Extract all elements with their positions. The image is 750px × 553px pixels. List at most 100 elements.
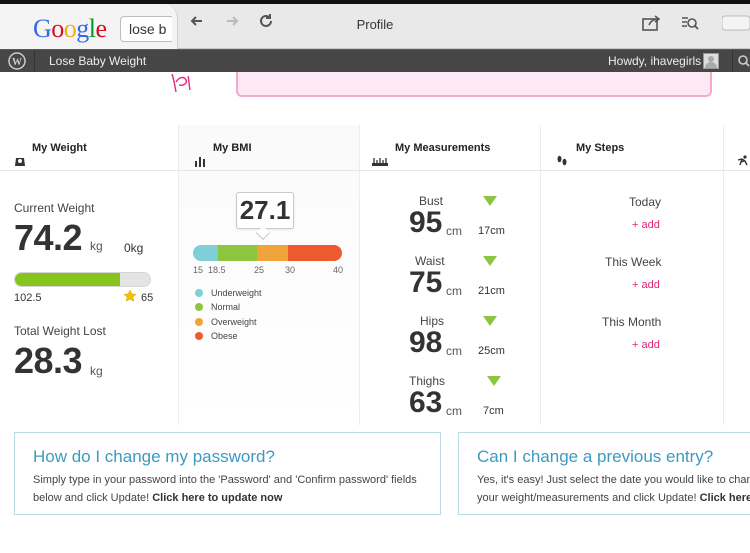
measurement-unit: cm	[446, 404, 462, 418]
steps-widget-title: My Steps	[576, 142, 625, 154]
faq-card-previous-entry: Can I change a previous entry? Yes, it's…	[458, 432, 750, 515]
start-weight-value: 102.5	[14, 292, 42, 304]
bmi-segment-obese	[288, 245, 342, 261]
faq-text-line: below and click Update! Click here to up…	[33, 489, 417, 507]
bmi-tick: 15	[193, 265, 204, 275]
steps-period-label: Today	[629, 195, 662, 209]
legend-label: Underweight	[211, 288, 262, 298]
faq-body: Simply type in your password into the 'P…	[33, 471, 417, 507]
logo-letter: e	[95, 14, 108, 43]
update-password-link[interactable]: Click here to update now	[152, 492, 282, 504]
bmi-tick: 40	[333, 265, 344, 275]
measurement-value: 98	[409, 326, 443, 359]
measurements-widget-title: My Measurements	[395, 142, 491, 154]
admin-bar: W Lose Baby Weight Howdy, ihavegirls	[0, 49, 750, 72]
ruler-icon	[372, 141, 388, 166]
scale-icon	[14, 141, 26, 166]
down-arrow-icon	[487, 376, 501, 386]
measurement-unit: cm	[446, 224, 462, 238]
howdy-user-link[interactable]: Howdy, ihavegirls	[608, 54, 701, 68]
avatar[interactable]	[703, 53, 719, 69]
browser-tab[interactable]: Google lose b	[0, 4, 178, 49]
weight-widget-title: My Weight	[32, 142, 87, 154]
steps-widget: My Steps	[541, 125, 723, 425]
next-widget-header	[724, 125, 750, 171]
current-weight-unit: kg	[90, 239, 103, 253]
overflow-icon[interactable]	[721, 14, 750, 34]
measurements-widget: My Measurements	[360, 125, 540, 425]
weight-lost-unit: kg	[90, 364, 103, 378]
measurements-widget-header: My Measurements	[360, 125, 540, 171]
measurement-change: 17cm	[478, 225, 505, 237]
steps-period-label: This Week	[605, 255, 662, 269]
footprints-icon	[556, 141, 568, 166]
faq-title: How do I change my password?	[33, 447, 275, 466]
bmi-legend-item: Underweight	[195, 288, 262, 298]
measurement-unit: cm	[446, 284, 462, 298]
faq-text: below and click Update!	[33, 492, 153, 504]
faq-text-line: your weight/measurements and click Updat…	[477, 489, 750, 507]
down-arrow-icon	[483, 196, 497, 206]
bmi-value: 27.1	[236, 192, 294, 229]
bmi-widget: My BMI	[179, 125, 359, 425]
weight-widget: My Weight Current Weight 74.2 kg 0kg 102…	[0, 125, 178, 425]
search-input[interactable]: lose b	[120, 16, 172, 42]
measurement-value: 95	[409, 206, 443, 239]
bmi-widget-title: My BMI	[213, 142, 252, 154]
page-root: Google lose b Profile W Lose Baby Weight…	[0, 0, 750, 553]
faq-title: Can I change a previous entry?	[477, 447, 714, 466]
bmi-legend-item: Overweight	[195, 317, 257, 327]
measurement-value: 75	[409, 266, 443, 299]
search-icon[interactable]	[732, 50, 750, 72]
measurement-value: 63	[409, 386, 443, 419]
add-steps-month-link[interactable]: + add	[632, 339, 660, 351]
reload-icon[interactable]	[255, 13, 277, 35]
down-arrow-icon	[483, 316, 497, 326]
star-icon	[123, 289, 137, 308]
change-entry-link[interactable]: Click here t	[700, 492, 750, 504]
legend-dot	[195, 318, 203, 326]
wordpress-logo-icon[interactable]: W	[0, 50, 35, 72]
weight-lost-value: 28.3	[14, 340, 83, 381]
measurement-change: 25cm	[478, 345, 505, 357]
bmi-segment-normal	[218, 245, 258, 261]
target-weight-value: 65	[141, 292, 154, 304]
steps-period-label: This Month	[602, 315, 662, 329]
legend-label: Obese	[211, 331, 238, 341]
current-weight-value: 74.2	[14, 217, 83, 258]
handwriting-decoration	[168, 72, 198, 94]
add-steps-today-link[interactable]: + add	[632, 219, 660, 231]
measurement-change: 7cm	[483, 405, 504, 417]
bmi-segment-underweight	[193, 245, 219, 261]
goal-weight-value: 0kg	[124, 241, 144, 255]
faq-body: Yes, it's easy! Just select the date you…	[477, 471, 750, 507]
legend-dot	[195, 303, 203, 311]
legend-label: Normal	[211, 302, 241, 312]
legend-dot	[195, 289, 203, 297]
activity-icon	[736, 141, 748, 166]
logo-letter: l	[88, 14, 96, 43]
bmi-tick: 18.5	[208, 265, 226, 275]
bmi-scale	[193, 245, 342, 261]
weight-widget-header: My Weight	[0, 125, 178, 171]
faq-card-password: How do I change my password? Simply type…	[14, 432, 441, 515]
share-icon[interactable]	[641, 14, 663, 34]
measurement-change: 21cm	[478, 285, 505, 297]
browser-toolbar: Google lose b Profile	[0, 0, 750, 49]
bmi-widget-header: My BMI	[179, 125, 359, 171]
bar-chart-icon	[194, 141, 206, 167]
bmi-tick: 30	[285, 265, 296, 275]
next-widget	[724, 125, 750, 425]
forward-arrow-icon[interactable]	[221, 13, 243, 35]
dashboard-widgets: My Weight Current Weight 74.2 kg 0kg 102…	[0, 125, 750, 425]
logo-letter: o	[51, 14, 64, 43]
add-steps-week-link[interactable]: + add	[632, 279, 660, 291]
google-logo: Google	[33, 14, 107, 44]
steps-widget-header: My Steps	[541, 125, 723, 171]
faq-text-line: Simply type in your password into the 'P…	[33, 474, 417, 486]
logo-letter: G	[33, 14, 52, 43]
find-in-page-icon[interactable]	[680, 14, 702, 34]
back-arrow-icon[interactable]	[186, 13, 208, 35]
site-name-link[interactable]: Lose Baby Weight	[49, 54, 146, 68]
weight-lost-label: Total Weight Lost	[14, 324, 106, 338]
